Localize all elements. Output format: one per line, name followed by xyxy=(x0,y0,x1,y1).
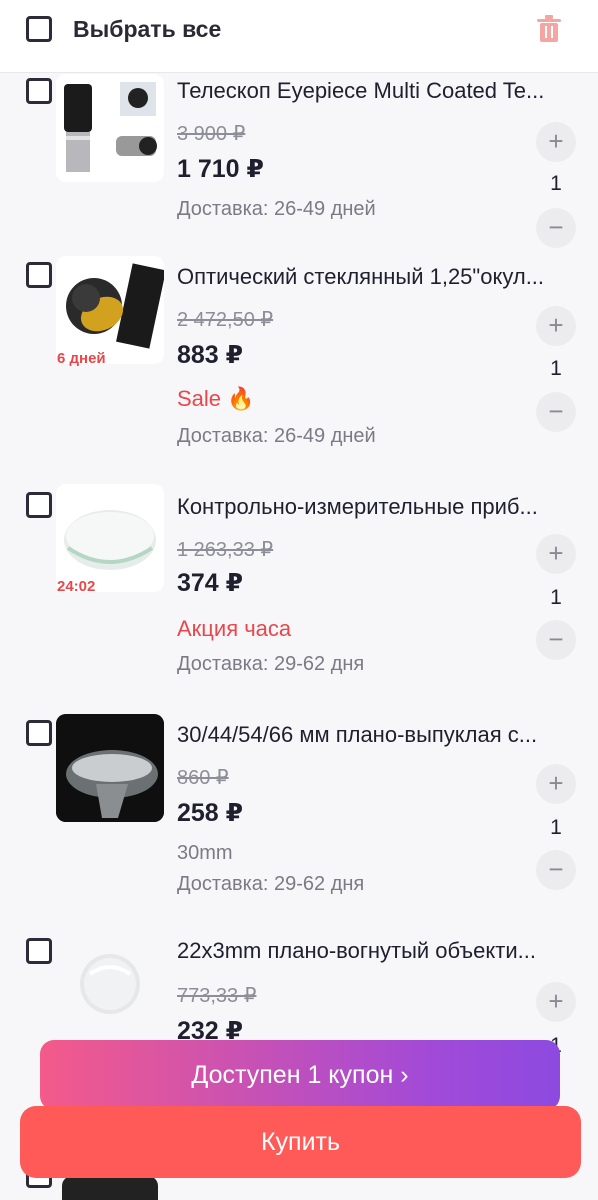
increase-quantity-button[interactable]: + xyxy=(536,982,576,1022)
item-title[interactable]: Контрольно-измерительные приб... xyxy=(177,494,572,520)
select-all-checkbox[interactable] xyxy=(26,16,52,42)
buy-button[interactable]: Купить xyxy=(20,1106,581,1178)
item-checkbox[interactable] xyxy=(26,492,52,518)
old-price: 1 263,33 ₽ xyxy=(177,539,274,561)
decrease-quantity-button[interactable]: − xyxy=(536,392,576,432)
decrease-quantity-button[interactable]: − xyxy=(536,208,576,248)
product-image[interactable] xyxy=(56,932,164,1040)
quantity-value: 1 xyxy=(550,816,562,839)
increase-quantity-button[interactable]: + xyxy=(536,534,576,574)
price: 883 ₽ xyxy=(177,341,244,369)
item-title[interactable]: Телескоп Eyepiece Multi Coated Te... xyxy=(177,78,572,104)
item-checkbox[interactable] xyxy=(26,78,52,104)
price: 1 710 ₽ xyxy=(177,155,264,183)
decrease-quantity-button[interactable]: − xyxy=(536,850,576,890)
product-image[interactable] xyxy=(56,714,164,822)
increase-quantity-button[interactable]: + xyxy=(536,122,576,162)
increase-quantity-button[interactable]: + xyxy=(536,306,576,346)
product-image[interactable] xyxy=(56,74,164,182)
cart-item: 6 дней Оптический стеклянный 1,25"окул..… xyxy=(0,252,598,482)
cart-item: 30/44/54/66 мм плано-выпуклая с... 860 ₽… xyxy=(0,712,598,932)
delivery-time: Доставка: 26-49 дней xyxy=(177,198,376,220)
select-all-label: Выбрать все xyxy=(73,16,222,42)
price: 258 ₽ xyxy=(177,799,244,827)
countdown-timer: 6 дней xyxy=(57,350,106,367)
increase-quantity-button[interactable]: + xyxy=(536,764,576,804)
item-checkbox[interactable] xyxy=(26,262,52,288)
variant-label: 30mm xyxy=(177,842,233,864)
cart-item: 24:02 Контрольно-измерительные приб... 1… xyxy=(0,482,598,712)
trash-icon[interactable] xyxy=(534,14,564,44)
item-title[interactable]: Оптический стеклянный 1,25"окул... xyxy=(177,264,572,290)
item-title[interactable]: 30/44/54/66 мм плано-выпуклая с... xyxy=(177,722,572,748)
delivery-time: Доставка: 29-62 дня xyxy=(177,653,365,675)
delivery-time: Доставка: 29-62 дня xyxy=(177,873,365,895)
delivery-time: Доставка: 26-49 дней xyxy=(177,425,376,447)
old-price: 773,33 ₽ xyxy=(177,985,257,1007)
quantity-value: 1 xyxy=(550,172,562,195)
cart-header: Выбрать все xyxy=(0,0,598,73)
price: 374 ₽ xyxy=(177,569,244,597)
item-checkbox[interactable] xyxy=(26,938,52,964)
old-price: 3 900 ₽ xyxy=(177,123,246,145)
old-price: 2 472,50 ₽ xyxy=(177,309,274,331)
promo-badge: Акция часа xyxy=(177,616,292,641)
sale-badge: Sale 🔥 xyxy=(177,386,255,411)
old-price: 860 ₽ xyxy=(177,767,229,789)
cart-item: Телескоп Eyepiece Multi Coated Te... 3 9… xyxy=(0,72,598,252)
product-image xyxy=(62,1176,158,1200)
product-image[interactable] xyxy=(56,256,164,364)
quantity-value: 1 xyxy=(550,357,562,380)
coupon-button[interactable]: Доступен 1 купон › xyxy=(40,1040,560,1110)
countdown-timer: 24:02 xyxy=(57,578,96,595)
quantity-value: 1 xyxy=(550,586,562,609)
item-checkbox[interactable] xyxy=(26,720,52,746)
decrease-quantity-button[interactable]: − xyxy=(536,620,576,660)
product-image[interactable] xyxy=(56,484,164,592)
item-title[interactable]: 22x3mm плано-вогнутый объекти... xyxy=(177,938,572,964)
